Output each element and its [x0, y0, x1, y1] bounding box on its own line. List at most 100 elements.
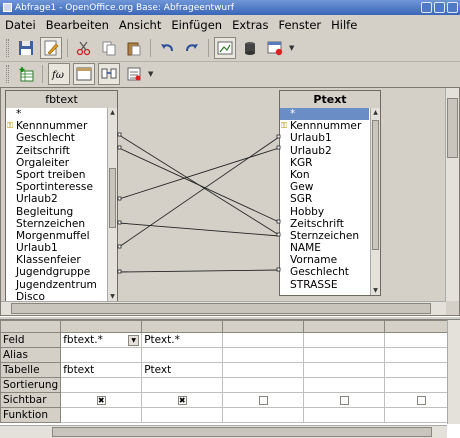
save-icon[interactable]	[15, 37, 37, 59]
menu-ansicht[interactable]: Ansicht	[114, 18, 166, 32]
visible-cell: ✖	[141, 392, 224, 408]
close-icon[interactable]	[447, 2, 458, 13]
toolbar-grip[interactable]	[6, 39, 9, 57]
alias-cell[interactable]	[141, 347, 224, 363]
window-title: Abfrage1 - OpenOffice.org Base: Abfragee…	[15, 2, 235, 13]
sort-cell[interactable]	[60, 377, 143, 393]
toolbar-overflow-icon[interactable]: ▼	[148, 69, 154, 79]
table-cell[interactable]: Ptext	[141, 362, 224, 378]
sort-cell[interactable]	[222, 377, 305, 393]
grid-horizontal-scrollbar[interactable]	[0, 425, 447, 438]
field-cell[interactable]	[222, 332, 305, 348]
cut-icon[interactable]	[73, 37, 95, 59]
menu-bearbeiten[interactable]: Bearbeiten	[41, 18, 114, 32]
column-header[interactable]	[222, 320, 305, 333]
relation-anchor	[276, 134, 281, 139]
alias-cell[interactable]	[222, 347, 305, 363]
row-sichtbar: Sichtbar ✖ ✖	[0, 392, 459, 408]
function-cell[interactable]	[141, 407, 224, 423]
table-cell[interactable]	[303, 362, 386, 378]
alias-icon[interactable]	[98, 63, 120, 85]
toolbar-separator	[150, 39, 151, 57]
clear-query-icon[interactable]	[264, 37, 286, 59]
function-cell[interactable]	[222, 407, 305, 423]
field-cell[interactable]: Ptext.*	[141, 332, 224, 348]
toolbar-separator	[208, 39, 209, 57]
scrollbar-thumb[interactable]	[52, 427, 432, 437]
scrollbar-thumb[interactable]	[11, 303, 431, 314]
row-label: Funktion	[0, 407, 62, 423]
row-label: Feld	[0, 332, 62, 348]
visible-cell	[222, 392, 305, 408]
table-names-icon[interactable]	[73, 63, 95, 85]
field-cell[interactable]	[303, 332, 386, 348]
field-cell[interactable]: fbtext.* ▼	[60, 332, 143, 348]
visible-checkbox[interactable]: ✖	[96, 395, 106, 405]
table-cell[interactable]	[222, 362, 305, 378]
menu-hilfe[interactable]: Hilfe	[326, 18, 362, 32]
row-label: Alias	[0, 347, 62, 363]
add-table-icon[interactable]	[15, 63, 37, 85]
maximize-icon[interactable]	[434, 2, 445, 13]
alias-cell[interactable]	[303, 347, 386, 363]
function-cell[interactable]	[60, 407, 143, 423]
relation-anchor	[276, 219, 281, 224]
undo-icon[interactable]	[156, 37, 178, 59]
relation-lines	[117, 132, 281, 274]
visible-checkbox[interactable]: ✖	[177, 395, 187, 405]
toolbar-overflow-icon[interactable]: ▼	[289, 43, 295, 53]
minimize-icon[interactable]	[421, 2, 432, 13]
relation-anchor	[117, 132, 122, 137]
title-bar: Abfrage1 - OpenOffice.org Base: Abfragee…	[0, 0, 460, 15]
menu-fenster[interactable]: Fenster	[273, 18, 326, 32]
visible-checkbox[interactable]	[339, 395, 349, 405]
menu-einfuegen[interactable]: Einfügen	[166, 18, 227, 32]
relation-anchor	[117, 196, 122, 201]
visible-checkbox[interactable]	[258, 395, 268, 405]
relation-anchor	[117, 269, 122, 274]
svg-text:fω: fω	[51, 70, 64, 81]
run-query-icon[interactable]	[239, 37, 261, 59]
column-header-row	[0, 320, 459, 333]
menu-extras[interactable]: Extras	[227, 18, 273, 32]
row-tabelle: Tabelle fbtext Ptext	[0, 362, 459, 378]
relation-anchor	[117, 145, 122, 150]
row-funktion: Funktion	[0, 407, 459, 423]
menu-datei[interactable]: Datei	[0, 18, 41, 32]
row-label: Sortierung	[0, 377, 62, 393]
column-header[interactable]	[303, 320, 386, 333]
function-cell[interactable]	[303, 407, 386, 423]
field-value[interactable]: fbtext.*	[63, 334, 103, 346]
copy-icon[interactable]	[98, 37, 120, 59]
visible-checkbox[interactable]	[416, 395, 426, 405]
grid-vertical-scrollbar[interactable]	[447, 320, 460, 424]
toolbar-separator	[42, 65, 43, 83]
relation-anchor	[276, 267, 281, 272]
row-sortierung: Sortierung	[0, 377, 459, 393]
scrollbar-thumb[interactable]	[447, 98, 458, 158]
sort-cell[interactable]	[303, 377, 386, 393]
app-icon	[3, 3, 12, 12]
column-header[interactable]	[141, 320, 224, 333]
visible-cell	[303, 392, 386, 408]
column-header[interactable]	[60, 320, 143, 333]
query-design-toolbar: fω ▼	[0, 62, 460, 86]
alias-cell[interactable]	[60, 347, 143, 363]
redo-icon[interactable]	[181, 37, 203, 59]
table-design-area[interactable]: fbtext * ⚿ Kennnummer Geschlecht Zeitschrift…	[0, 87, 460, 316]
table-cell[interactable]: fbtext	[60, 362, 143, 378]
design-view-icon[interactable]	[214, 37, 236, 59]
criteria-grid[interactable]: Feld fbtext.* ▼ Ptext.* Alias Tabelle fbt…	[0, 320, 460, 438]
sort-cell[interactable]	[141, 377, 224, 393]
row-feld: Feld fbtext.* ▼ Ptext.*	[0, 332, 459, 348]
functions-icon[interactable]: fω	[48, 63, 70, 85]
design-horizontal-scrollbar[interactable]	[1, 301, 446, 315]
edit-mode-icon[interactable]	[40, 37, 62, 59]
relation-line	[118, 269, 280, 273]
distinct-values-icon[interactable]	[123, 63, 145, 85]
paste-icon[interactable]	[123, 37, 145, 59]
relation-line	[118, 147, 280, 223]
dropdown-arrow-icon[interactable]: ▼	[128, 335, 140, 346]
toolbar-grip[interactable]	[6, 65, 9, 83]
design-vertical-scrollbar[interactable]	[445, 88, 459, 301]
